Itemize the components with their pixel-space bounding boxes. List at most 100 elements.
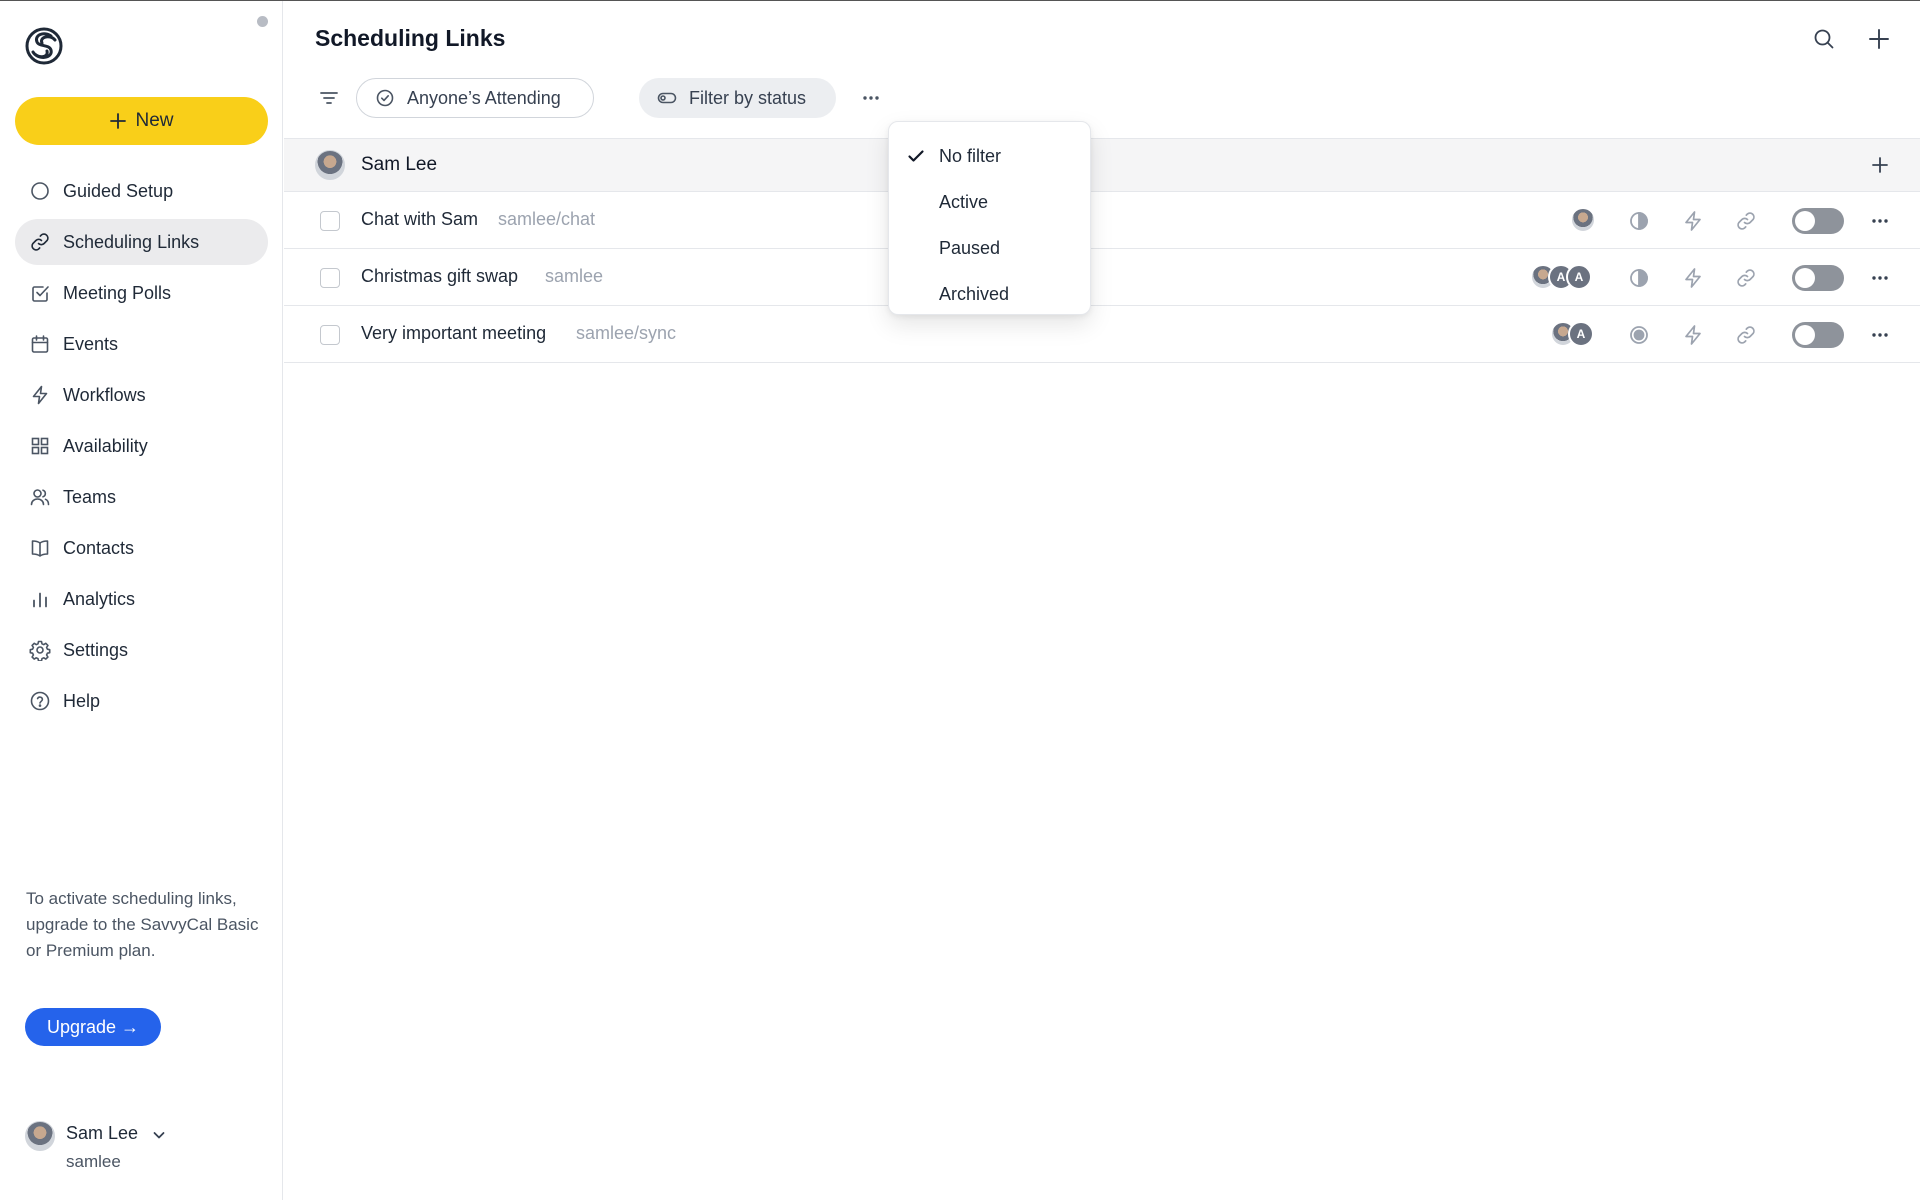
- status-option-no-filter[interactable]: No filter: [889, 133, 1090, 179]
- sidebar-item-label: Workflows: [63, 384, 146, 405]
- upgrade-button[interactable]: Upgrade →: [25, 1008, 162, 1046]
- sidebar-item-label: Teams: [63, 486, 117, 507]
- user-handle: samlee: [66, 1152, 121, 1171]
- filter-lines-icon[interactable]: [318, 87, 340, 109]
- sidebar-item-availability[interactable]: Availability: [15, 423, 268, 469]
- participants-avatars: [1570, 207, 1596, 235]
- link-name[interactable]: Christmas gift swap: [361, 266, 518, 287]
- help-circle-icon: [29, 690, 51, 712]
- link-icon[interactable]: [1734, 209, 1758, 233]
- search-icon[interactable]: [1811, 26, 1837, 52]
- half-circle-icon[interactable]: [1627, 209, 1651, 233]
- toggle-knob: [1795, 325, 1815, 345]
- group-owner-name: Sam Lee: [361, 154, 438, 175]
- link-icon: [29, 231, 51, 253]
- radio-icon[interactable]: [1627, 323, 1651, 347]
- sidebar-item-scheduling-links[interactable]: Scheduling Links: [15, 219, 268, 265]
- filter-by-status-dropdown[interactable]: Filter by status: [639, 78, 836, 118]
- sidebar-item-analytics[interactable]: Analytics: [15, 576, 268, 622]
- book-icon: [29, 537, 51, 559]
- row-more-options-icon[interactable]: [1868, 323, 1892, 347]
- status-option-paused[interactable]: Paused: [889, 225, 1090, 271]
- filter-by-status-label: Filter by status: [689, 87, 807, 108]
- participants-avatars: A A: [1530, 264, 1592, 292]
- checkmark-icon: [906, 146, 926, 166]
- gear-icon: [29, 639, 51, 661]
- plus-icon: [109, 112, 127, 130]
- link-name[interactable]: Chat with Sam: [361, 209, 478, 230]
- sidebar-item-help[interactable]: Help: [15, 678, 268, 724]
- link-icon[interactable]: [1734, 266, 1758, 290]
- row-checkbox[interactable]: [320, 325, 340, 345]
- status-option-archived[interactable]: Archived: [889, 271, 1090, 317]
- table-row[interactable]: Christmas gift swap samlee A A: [284, 249, 1920, 306]
- toggle-knob: [1795, 268, 1815, 288]
- link-active-toggle[interactable]: [1792, 208, 1844, 234]
- sidebar-item-workflows[interactable]: Workflows: [15, 372, 268, 418]
- sidebar-item-label: Help: [63, 690, 101, 711]
- link-active-toggle[interactable]: [1792, 265, 1844, 291]
- link-slug: samlee/chat: [498, 209, 596, 229]
- anyones-attending-label: Anyone’s Attending: [407, 87, 561, 108]
- row-more-options-icon[interactable]: [1868, 209, 1892, 233]
- sidebar-collapse-handle[interactable]: [257, 16, 268, 27]
- row-checkbox[interactable]: [320, 211, 340, 231]
- sidebar-item-label: Settings: [63, 639, 129, 660]
- avatar: [315, 150, 345, 180]
- status-option-active[interactable]: Active: [889, 179, 1090, 225]
- circle-icon: [29, 180, 51, 202]
- sidebar-item-label: Availability: [63, 435, 148, 456]
- sidebar-item-label: Meeting Polls: [63, 282, 172, 303]
- row-checkbox[interactable]: [320, 268, 340, 288]
- sidebar-item-contacts[interactable]: Contacts: [15, 525, 268, 571]
- sidebar-item-label: Analytics: [63, 588, 136, 609]
- user-menu[interactable]: Sam Lee samlee: [25, 1119, 265, 1179]
- sidebar-item-label: Contacts: [63, 537, 135, 558]
- link-active-toggle[interactable]: [1792, 322, 1844, 348]
- sidebar-item-events[interactable]: Events: [15, 321, 268, 367]
- avatar-initial: A: [1568, 321, 1594, 347]
- calendar-icon: [29, 333, 51, 355]
- row-more-options-icon[interactable]: [1868, 266, 1892, 290]
- sidebar-nav: Guided Setup Scheduling Links Meeting Po…: [15, 168, 268, 729]
- status-option-label: Archived: [939, 283, 1010, 304]
- participants-avatars: A: [1550, 321, 1594, 349]
- lightning-icon[interactable]: [1681, 323, 1705, 347]
- savvycal-logo-icon[interactable]: [24, 25, 64, 67]
- add-link-plus-icon[interactable]: [1866, 26, 1892, 52]
- table-row[interactable]: Chat with Sam samlee/chat: [284, 192, 1920, 249]
- bar-chart-icon: [29, 588, 51, 610]
- avatar: [1570, 207, 1596, 233]
- sidebar-item-label: Guided Setup: [63, 180, 174, 201]
- page-title: Scheduling Links: [315, 25, 506, 51]
- lightning-icon[interactable]: [1681, 209, 1705, 233]
- more-options-icon[interactable]: [858, 86, 884, 110]
- sidebar-item-meeting-polls[interactable]: Meeting Polls: [15, 270, 268, 316]
- link-icon[interactable]: [1734, 323, 1758, 347]
- add-to-group-plus-icon[interactable]: [1868, 153, 1892, 177]
- link-slug: samlee: [545, 266, 604, 286]
- lightning-icon[interactable]: [1681, 266, 1705, 290]
- status-option-label: Paused: [939, 237, 1001, 258]
- sidebar-item-guided-setup[interactable]: Guided Setup: [15, 168, 268, 214]
- sidebar: New Guided Setup Scheduling Links Meetin…: [0, 1, 283, 1200]
- anyones-attending-filter[interactable]: Anyone’s Attending: [356, 78, 594, 118]
- user-name: Sam Lee: [66, 1123, 139, 1143]
- status-filter-menu: No filter Active Paused Archived: [888, 121, 1091, 315]
- checkbox-icon: [29, 282, 51, 304]
- half-circle-icon[interactable]: [1627, 266, 1651, 290]
- sidebar-item-settings[interactable]: Settings: [15, 627, 268, 673]
- chevron-down-icon[interactable]: [151, 1127, 167, 1143]
- table-row[interactable]: Very important meeting samlee/sync A: [284, 306, 1920, 363]
- grid-icon: [29, 435, 51, 457]
- sidebar-item-label: Events: [63, 333, 119, 354]
- sidebar-item-teams[interactable]: Teams: [15, 474, 268, 520]
- link-name[interactable]: Very important meeting: [361, 323, 546, 344]
- new-button-label: New: [135, 110, 174, 131]
- toggle-knob: [1795, 211, 1815, 231]
- upgrade-promo-text: To activate scheduling links, upgrade to…: [26, 889, 259, 960]
- new-button[interactable]: New: [15, 97, 268, 145]
- main-content: Scheduling Links Anyone’s Attending Filt…: [284, 1, 1920, 1200]
- avatar-initial: A: [1566, 264, 1592, 290]
- sidebar-item-label: Scheduling Links: [63, 231, 200, 252]
